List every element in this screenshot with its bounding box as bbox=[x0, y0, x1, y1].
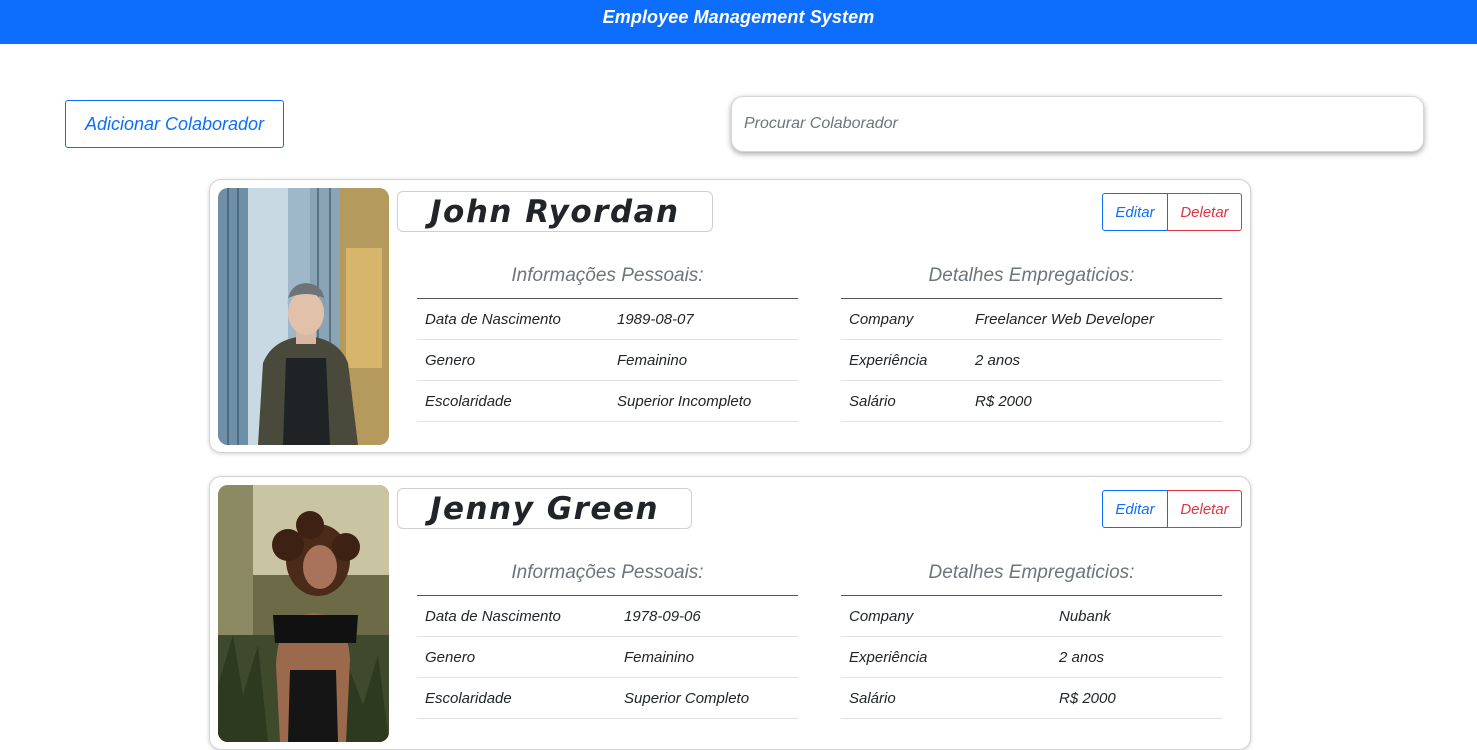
field-label: Company bbox=[841, 595, 1051, 637]
employee-name-box: Jenny Green bbox=[397, 488, 693, 529]
field-label: Company bbox=[841, 298, 967, 340]
edit-button[interactable]: Editar bbox=[1102, 490, 1168, 528]
employment-info-section: Detalhes Empregaticios: Company Nubank Ex… bbox=[841, 561, 1222, 719]
personal-info-title: Informações Pessoais: bbox=[511, 265, 704, 286]
employment-info-table: Company Nubank Experiência 2 anos Salário R… bbox=[841, 595, 1222, 719]
personal-info-table: Data de Nascimento 1978-09-06 Genero Femai… bbox=[417, 595, 798, 719]
field-value: Freelancer Web Developer bbox=[967, 298, 1222, 340]
table-row: Data de Nascimento 1989-08-07 bbox=[417, 298, 798, 340]
field-label: Escolaridade bbox=[417, 380, 609, 422]
field-value: Nubank bbox=[1051, 595, 1222, 637]
app-title[interactable]: Employee Management System bbox=[603, 7, 875, 28]
table-row: Company Nubank bbox=[841, 595, 1222, 637]
table-row: Experiência 2 anos bbox=[841, 339, 1222, 381]
field-value: 1989-08-07 bbox=[609, 298, 798, 340]
employment-info-title: Detalhes Empregaticios: bbox=[928, 265, 1135, 286]
employee-card: John Ryordan Editar Deletar Informações … bbox=[209, 179, 1251, 453]
table-row: Escolaridade Superior Completo bbox=[417, 677, 798, 719]
field-value: Superior Completo bbox=[616, 677, 798, 719]
employee-name: John Ryordan bbox=[430, 193, 680, 230]
table-row: Experiência 2 anos bbox=[841, 636, 1222, 678]
personal-info-section: Informações Pessoais: Data de Nascimento… bbox=[417, 264, 798, 422]
table-row: Salário R$ 2000 bbox=[841, 677, 1222, 719]
field-label: Data de Nascimento bbox=[417, 595, 616, 637]
delete-button[interactable]: Deletar bbox=[1168, 193, 1242, 231]
table-row: Genero Femainino bbox=[417, 339, 798, 381]
edit-button[interactable]: Editar bbox=[1102, 193, 1168, 231]
employment-info-table: Company Freelancer Web Developer Experiên… bbox=[841, 298, 1222, 422]
employee-photo-image bbox=[218, 485, 389, 742]
field-label: Salário bbox=[841, 677, 1051, 719]
top-navbar: Employee Management System bbox=[0, 0, 1477, 44]
field-value: Superior Incompleto bbox=[609, 380, 798, 422]
field-value: 2 anos bbox=[967, 339, 1222, 381]
field-label: Salário bbox=[841, 380, 967, 422]
field-value: 1978-09-06 bbox=[616, 595, 798, 637]
search-box bbox=[731, 96, 1424, 152]
field-value: 2 anos bbox=[1051, 636, 1222, 678]
table-row: Escolaridade Superior Incompleto bbox=[417, 380, 798, 422]
table-row: Salário R$ 2000 bbox=[841, 380, 1222, 422]
table-row: Genero Femainino bbox=[417, 636, 798, 678]
table-row: Company Freelancer Web Developer bbox=[841, 298, 1222, 340]
action-button-group: Editar Deletar bbox=[1102, 490, 1242, 528]
personal-info-title: Informações Pessoais: bbox=[511, 562, 704, 583]
delete-button[interactable]: Deletar bbox=[1168, 490, 1242, 528]
field-value: R$ 2000 bbox=[1051, 677, 1222, 719]
employee-photo bbox=[218, 188, 389, 445]
field-label: Escolaridade bbox=[417, 677, 616, 719]
field-label: Genero bbox=[417, 339, 609, 381]
search-input[interactable] bbox=[744, 109, 1423, 139]
field-value: Femainino bbox=[609, 339, 798, 381]
employee-name: Jenny Green bbox=[430, 490, 660, 527]
field-label: Experiência bbox=[841, 339, 967, 381]
field-label: Data de Nascimento bbox=[417, 298, 609, 340]
field-label: Genero bbox=[417, 636, 616, 678]
field-value: R$ 2000 bbox=[967, 380, 1222, 422]
employee-name-box: John Ryordan bbox=[397, 191, 713, 232]
field-value: Femainino bbox=[616, 636, 798, 678]
employment-info-title: Detalhes Empregaticios: bbox=[928, 562, 1135, 583]
field-label: Experiência bbox=[841, 636, 1051, 678]
personal-info-section: Informações Pessoais: Data de Nascimento… bbox=[417, 561, 798, 719]
employment-info-section: Detalhes Empregaticios: Company Freelance… bbox=[841, 264, 1222, 422]
personal-info-table: Data de Nascimento 1989-08-07 Genero Femai… bbox=[417, 298, 798, 422]
employee-photo-image bbox=[218, 188, 389, 445]
action-button-group: Editar Deletar bbox=[1102, 193, 1242, 231]
employee-photo bbox=[218, 485, 389, 742]
table-row: Data de Nascimento 1978-09-06 bbox=[417, 595, 798, 637]
add-employee-button[interactable]: Adicionar Colaborador bbox=[65, 100, 284, 148]
employee-card: Jenny Green Editar Deletar Informações P… bbox=[209, 476, 1251, 750]
